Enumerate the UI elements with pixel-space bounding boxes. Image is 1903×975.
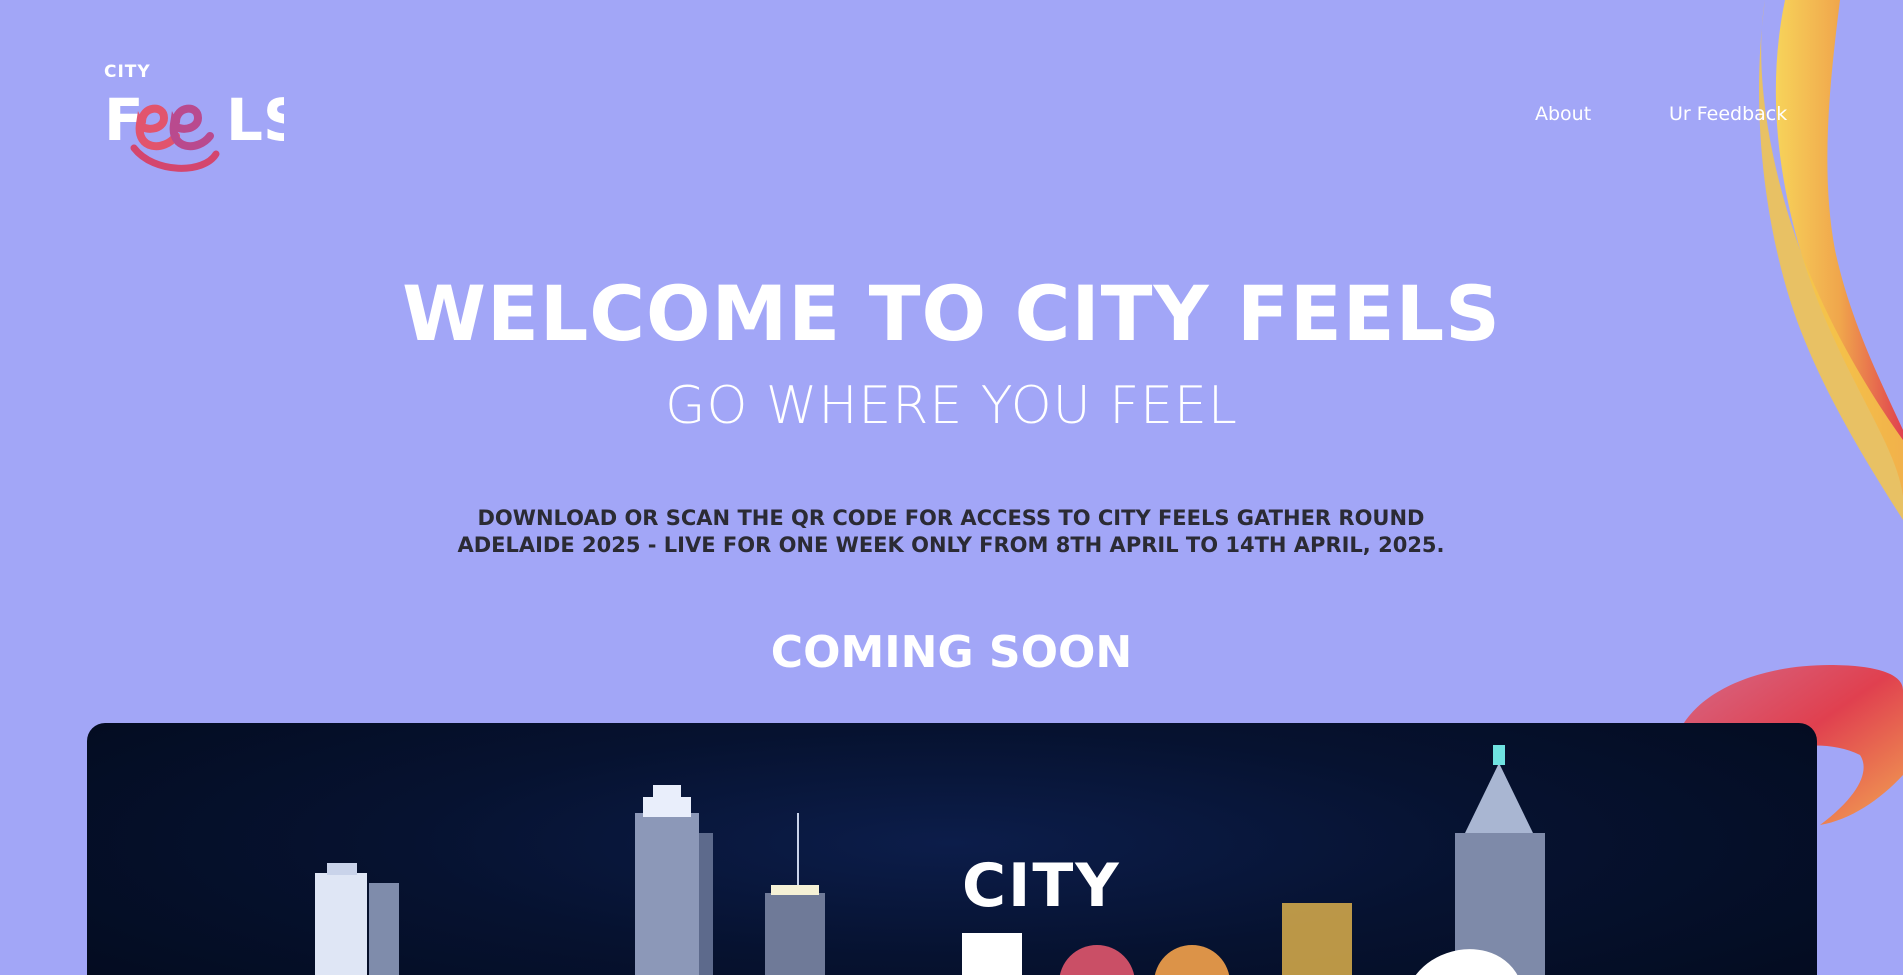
hero-subtitle: GO WHERE YOU FEEL: [665, 376, 1238, 436]
building-right: [1455, 745, 1545, 975]
skyline-banner: CITY: [87, 723, 1817, 975]
nav-link-about[interactable]: About: [1535, 103, 1591, 125]
building-tower: [635, 785, 713, 975]
building-lit: [765, 813, 825, 975]
building-left: [315, 863, 399, 975]
main-nav: About Ur Feedback: [0, 103, 1903, 129]
building-yellow: [1282, 903, 1352, 975]
city-skyline-image: [315, 745, 1545, 975]
banner-logo-small-text: CITY: [962, 851, 1121, 921]
banner-letter-f: [962, 933, 1022, 975]
download-notice: DOWNLOAD OR SCAN THE QR CODE FOR ACCESS …: [457, 506, 1445, 557]
hero-title: WELCOME TO CITY FEELS: [402, 269, 1501, 358]
coming-soon-label: COMING SOON: [770, 627, 1133, 678]
nav-link-feedback[interactable]: Ur Feedback: [1669, 103, 1787, 125]
